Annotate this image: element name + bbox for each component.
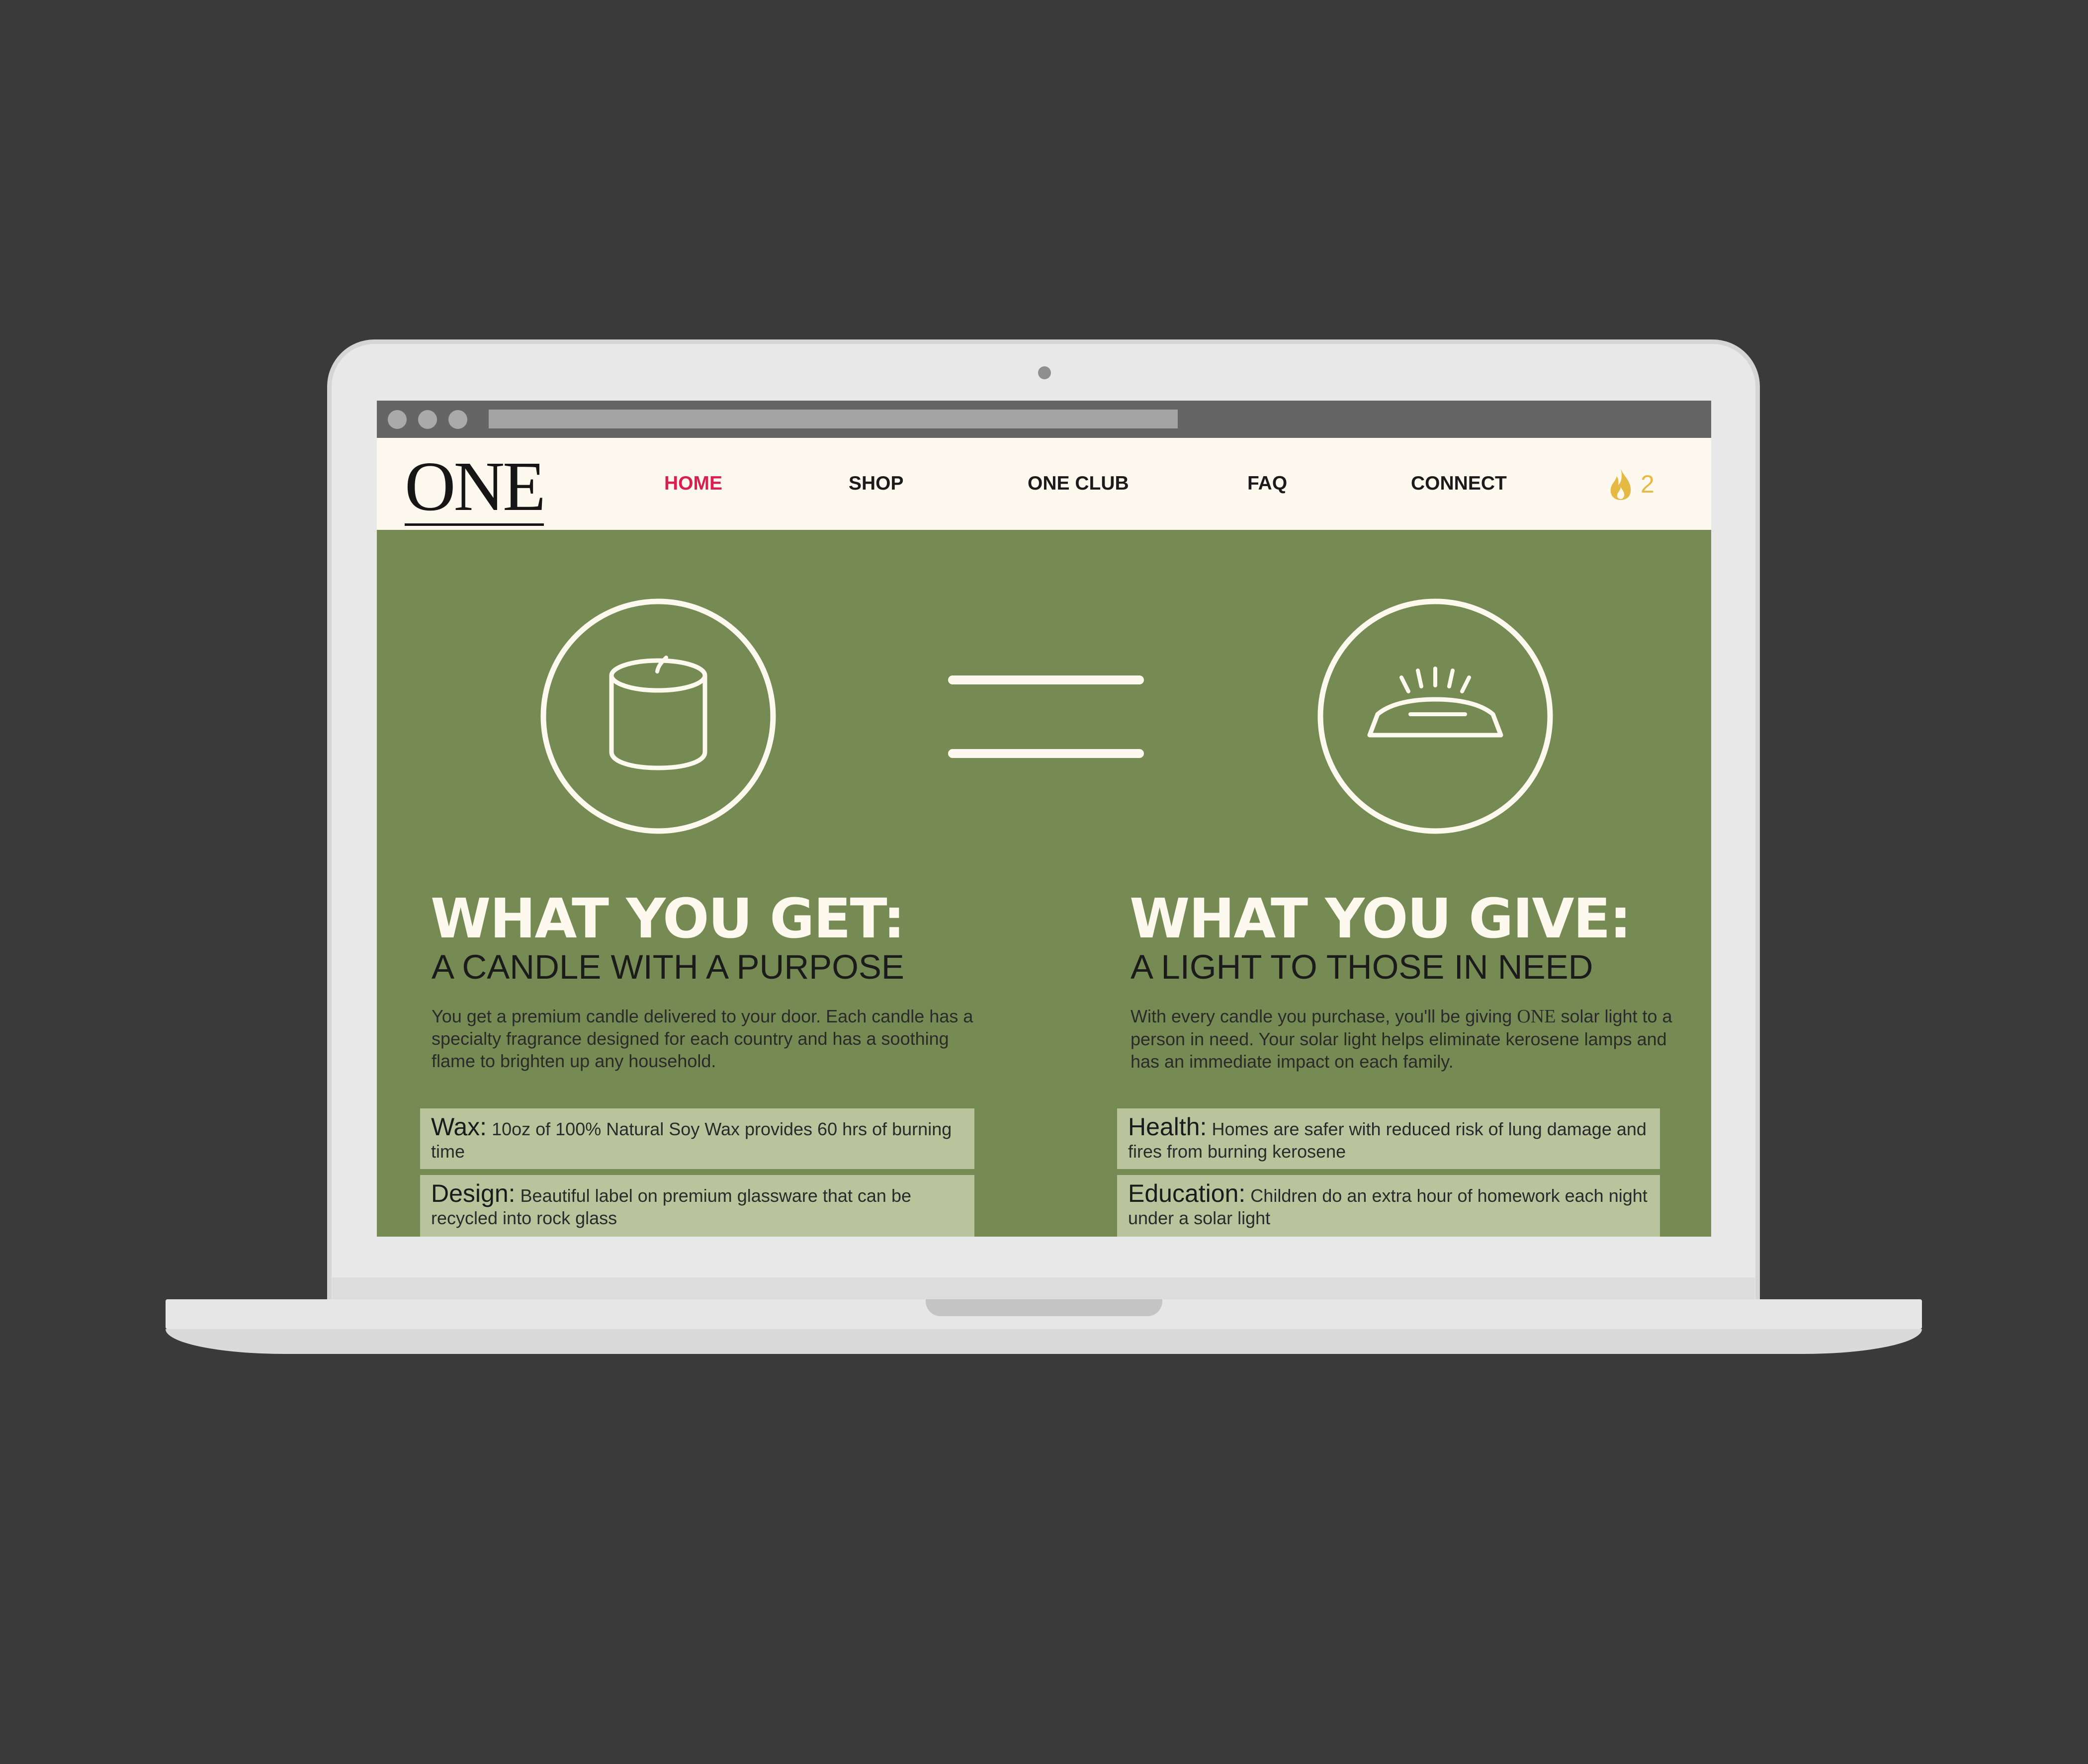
window-minimize-button[interactable] xyxy=(418,410,437,429)
feature-key: Wax: xyxy=(431,1113,487,1141)
nav-home[interactable]: HOME xyxy=(664,470,722,498)
candle-icon xyxy=(540,598,776,834)
laptop-screen: ONE HOME SHOP ONE CLUB FAQ CONNECT 2 WHA… xyxy=(377,401,1711,1237)
feature-text: 10oz of 100% Natural Soy Wax provides 60… xyxy=(431,1119,952,1162)
webcam-icon xyxy=(1038,366,1051,379)
feature-key: Design: xyxy=(431,1179,516,1207)
get-description: You get a premium candle delivered to yo… xyxy=(432,1006,973,1071)
feature-education: Education: Children do an extra hour of … xyxy=(1117,1175,1660,1237)
give-subtitle: A LIGHT TO THOSE IN NEED xyxy=(1131,948,1593,986)
window-close-button[interactable] xyxy=(388,410,407,429)
nav-connect[interactable]: CONNECT xyxy=(1411,470,1507,498)
main-content: WHAT YOU GET: A CANDLE WITH A PURPOSE Yo… xyxy=(377,530,1711,1237)
feature-key: Education: xyxy=(1128,1179,1246,1207)
site-logo[interactable]: ONE xyxy=(405,449,546,526)
feature-wax: Wax: 10oz of 100% Natural Soy Wax provid… xyxy=(420,1108,974,1169)
browser-chrome xyxy=(377,401,1711,438)
give-description: With every candle you purchase, you'll b… xyxy=(1131,1005,1681,1073)
nav-shop[interactable]: SHOP xyxy=(849,470,904,498)
feature-health: Health: Homes are safer with reduced ris… xyxy=(1117,1108,1660,1169)
flame-icon xyxy=(1610,468,1631,500)
cart-button[interactable]: 2 xyxy=(1608,467,1654,502)
cart-count: 2 xyxy=(1641,470,1654,498)
give-title: WHAT YOU GIVE: xyxy=(1130,887,1632,950)
equals-icon xyxy=(948,675,1144,758)
address-bar[interactable] xyxy=(489,410,1178,428)
window-maximize-button[interactable] xyxy=(448,410,467,429)
laptop-notch xyxy=(926,1299,1162,1316)
get-subtitle: A CANDLE WITH A PURPOSE xyxy=(432,948,904,986)
give-description-before: With every candle you purchase, you'll b… xyxy=(1131,1006,1512,1026)
nav-faq[interactable]: FAQ xyxy=(1247,470,1287,498)
solar-light-icon xyxy=(1317,598,1553,834)
feature-key: Health: xyxy=(1128,1113,1207,1141)
get-section: WHAT YOU GET: A CANDLE WITH A PURPOSE Yo… xyxy=(431,888,982,1072)
get-title: WHAT YOU GET: xyxy=(431,887,905,950)
site-navbar: ONE HOME SHOP ONE CLUB FAQ CONNECT 2 xyxy=(377,438,1711,530)
give-description-brand: ONE xyxy=(1517,1006,1556,1027)
nav-one-club[interactable]: ONE CLUB xyxy=(1028,470,1129,498)
feature-design: Design: Beautiful label on premium glass… xyxy=(420,1175,974,1237)
laptop-base-bottom xyxy=(166,1329,1922,1354)
give-section: WHAT YOU GIVE: A LIGHT TO THOSE IN NEED … xyxy=(1130,888,1681,1073)
